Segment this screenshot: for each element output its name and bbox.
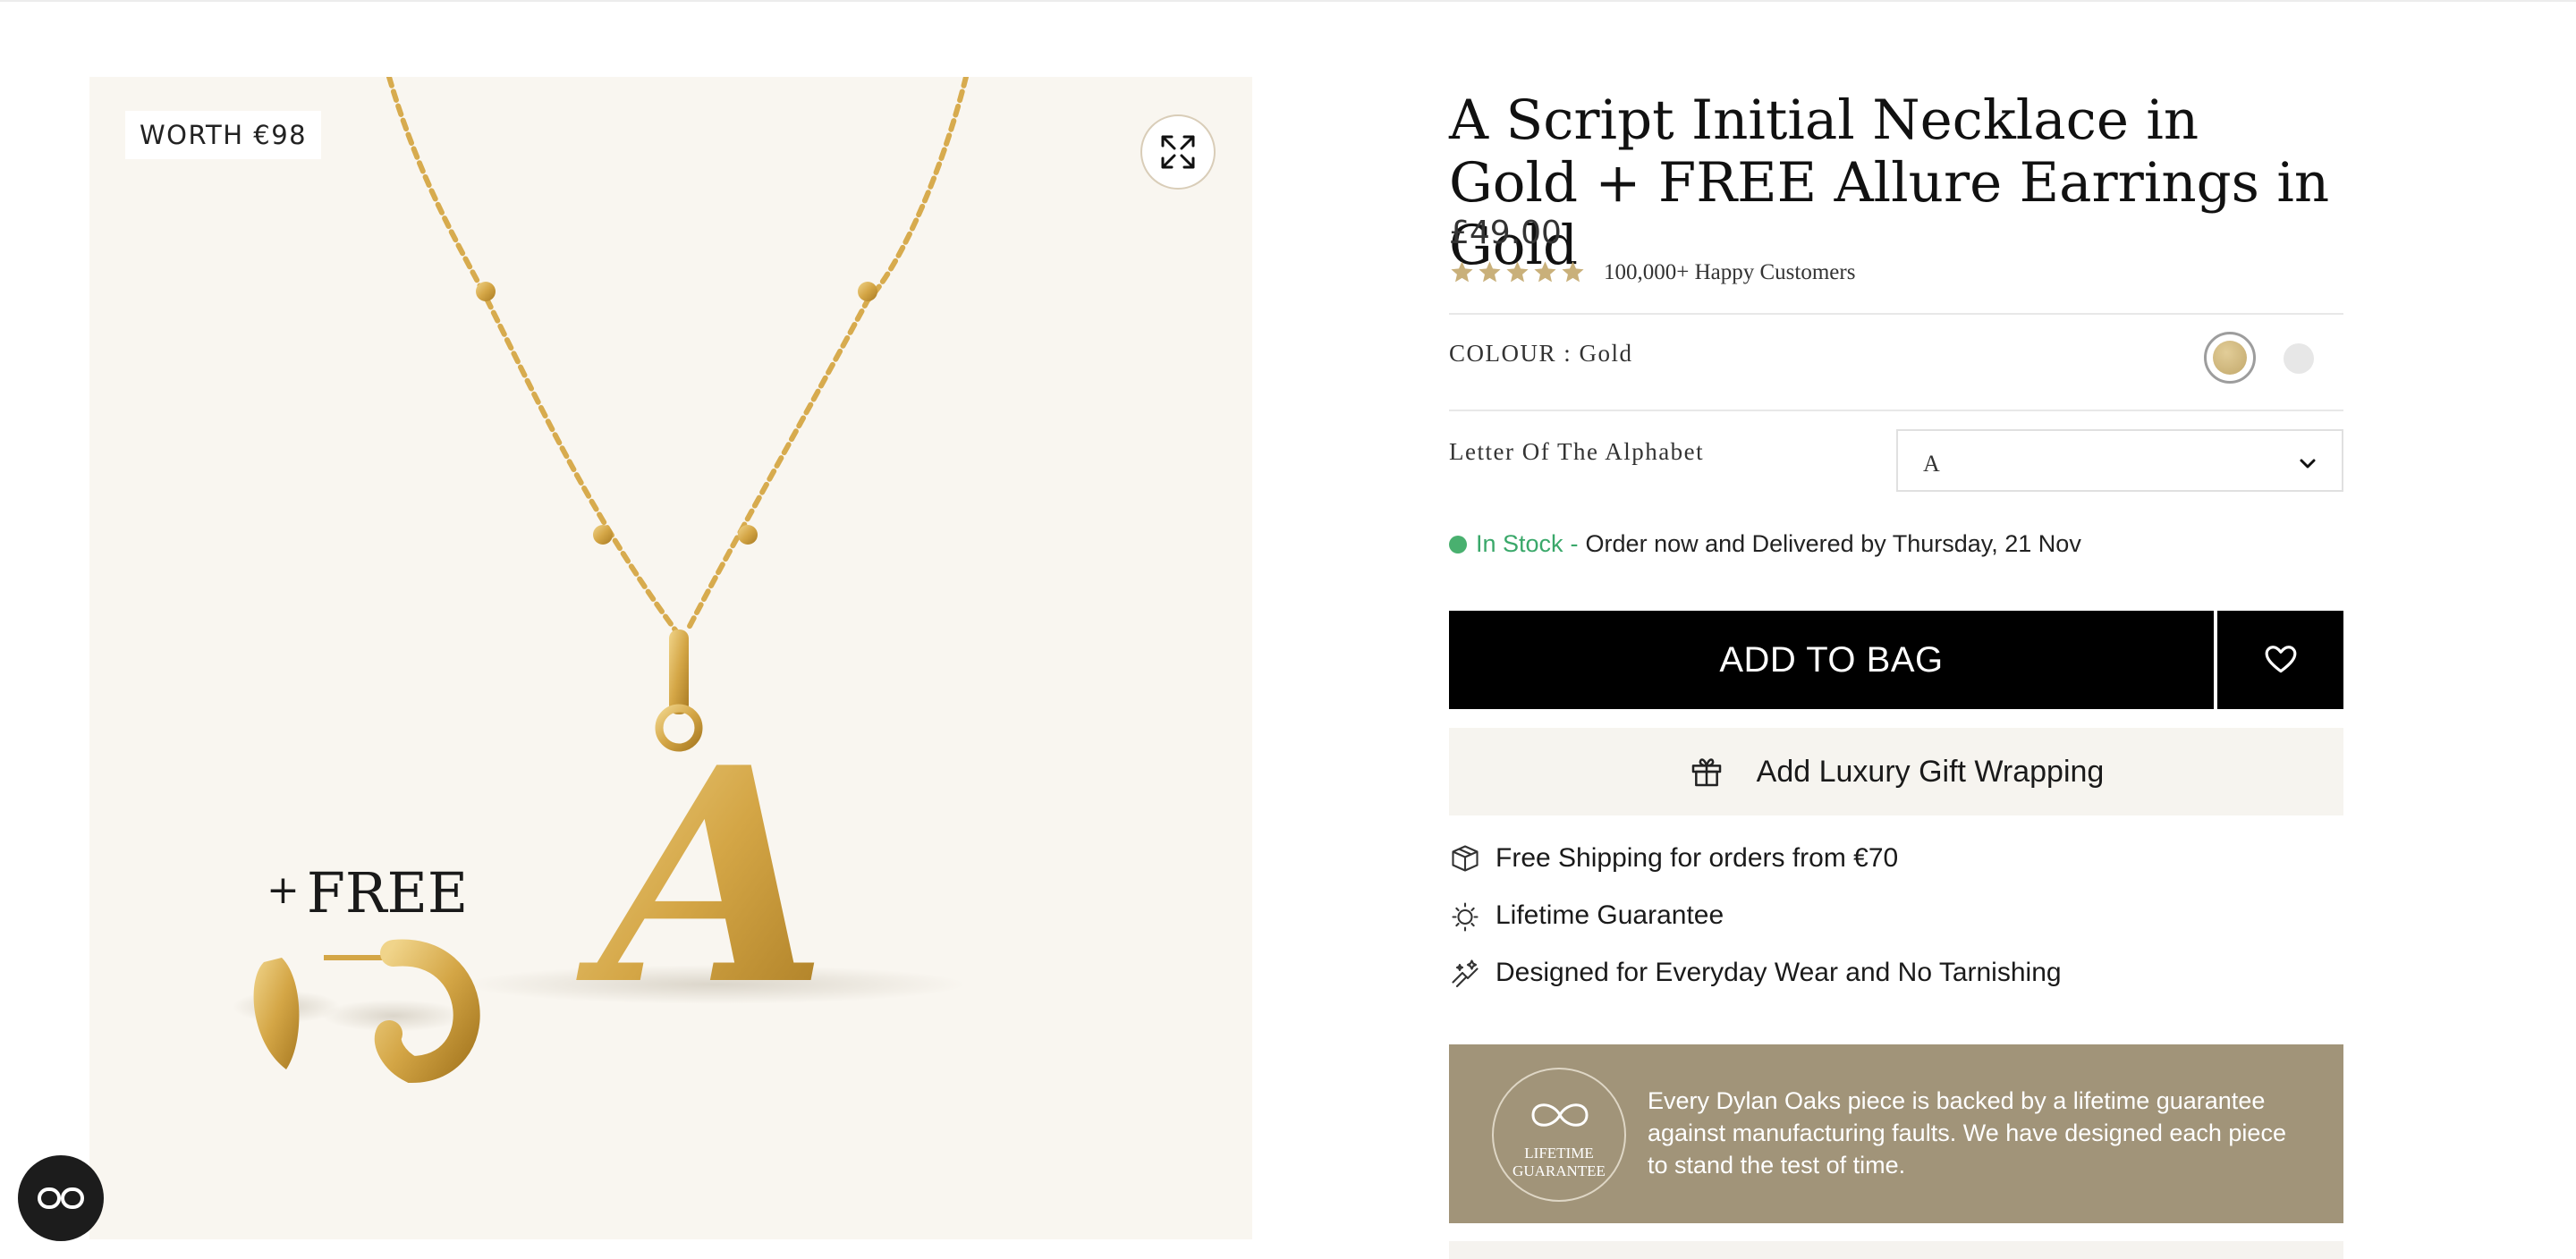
star-icon bbox=[1534, 261, 1556, 283]
divider bbox=[1449, 410, 2343, 411]
accessibility-widget-button[interactable] bbox=[18, 1155, 104, 1241]
benefit-no-tarnish: Designed for Everyday Wear and No Tarnis… bbox=[1449, 957, 2062, 989]
star-icon bbox=[1479, 261, 1501, 283]
stock-status-text: In Stock bbox=[1476, 530, 1563, 557]
header-divider bbox=[0, 0, 2576, 2]
chain-bead bbox=[858, 282, 877, 301]
expand-icon bbox=[1161, 135, 1195, 169]
expand-image-button[interactable] bbox=[1140, 114, 1216, 190]
benefit-text: Lifetime Guarantee bbox=[1496, 900, 1724, 930]
sparkle-jewel-icon bbox=[1452, 959, 1479, 988]
stock-separator: - bbox=[1570, 530, 1579, 557]
free-gift-caption: + FREE bbox=[267, 860, 468, 925]
free-label: FREE bbox=[306, 860, 469, 925]
letter-label: Letter Of The Alphabet bbox=[1449, 438, 1705, 465]
colour-swatch-silver[interactable] bbox=[2284, 343, 2314, 374]
add-to-bag-button[interactable]: ADD TO BAG bbox=[1449, 611, 2214, 709]
box-icon bbox=[1452, 845, 1479, 872]
stock-status: In Stock - Order now and Delivered by Th… bbox=[1449, 530, 2081, 558]
next-section-strip bbox=[1449, 1241, 2343, 1259]
product-price: £49.00 bbox=[1449, 215, 1562, 251]
delivery-estimate: Order now and Delivered by Thursday, 21 … bbox=[1585, 530, 2081, 557]
colour-swatch-gold[interactable] bbox=[2204, 332, 2256, 384]
benefit-text: Designed for Everyday Wear and No Tarnis… bbox=[1496, 958, 2062, 987]
divider bbox=[1449, 313, 2343, 315]
gift-wrap-button[interactable]: Add Luxury Gift Wrapping bbox=[1449, 728, 2343, 815]
lifetime-guarantee-panel: LIFETIME GUARANTEE Every Dylan Oaks piec… bbox=[1449, 1044, 2343, 1223]
star-icon bbox=[1451, 261, 1473, 283]
in-stock-dot-icon bbox=[1449, 535, 1467, 553]
wishlist-button[interactable] bbox=[2217, 611, 2343, 709]
star-icon bbox=[1562, 261, 1584, 283]
worth-badge: WORTH €98 bbox=[125, 111, 322, 159]
badge-line-1: LIFETIME bbox=[1524, 1145, 1594, 1162]
star-rating bbox=[1449, 259, 1586, 285]
chain-bead bbox=[593, 525, 613, 545]
guarantee-text: Every Dylan Oaks piece is backed by a li… bbox=[1648, 1087, 2286, 1179]
product-image[interactable]: A WORTH €98 + FREE bbox=[89, 77, 1252, 1239]
badge-text: LIFETIME GUARANTEE bbox=[1494, 1145, 1624, 1180]
free-plus-sign: + bbox=[267, 867, 300, 913]
colour-label: COLOUR : Gold bbox=[1449, 340, 1633, 367]
gold-swatch-fill bbox=[2213, 341, 2247, 375]
pendant-letter: A bbox=[576, 703, 828, 1050]
benefit-free-shipping: Free Shipping for orders from €70 bbox=[1449, 842, 1898, 875]
chevron-down-icon bbox=[2300, 459, 2316, 469]
rating-row[interactable]: 100,000+ Happy Customers bbox=[1449, 259, 1855, 285]
chain-bead bbox=[738, 525, 758, 545]
gift-wrap-label: Add Luxury Gift Wrapping bbox=[1756, 754, 2105, 789]
star-icon bbox=[1506, 261, 1529, 283]
necklace-illustration: A bbox=[233, 77, 969, 1084]
gift-icon bbox=[1691, 758, 1721, 787]
shield-sun-icon bbox=[1452, 902, 1479, 932]
chain-bead bbox=[476, 282, 496, 301]
rating-text: 100,000+ Happy Customers bbox=[1604, 259, 1856, 284]
benefit-text: Free Shipping for orders from €70 bbox=[1496, 843, 1899, 873]
badge-line-2: GUARANTEE bbox=[1513, 1162, 1606, 1179]
infinity-icon bbox=[1531, 1103, 1589, 1127]
product-title: A Script Initial Necklace in Gold + FREE… bbox=[1449, 89, 2330, 277]
benefit-lifetime-guarantee: Lifetime Guarantee bbox=[1449, 900, 1724, 932]
heart-icon bbox=[2265, 646, 2296, 673]
glasses-icon bbox=[38, 1187, 84, 1209]
lifetime-guarantee-badge: LIFETIME GUARANTEE bbox=[1492, 1068, 1626, 1202]
letter-select[interactable]: A bbox=[1896, 429, 2343, 492]
letter-select-value: A bbox=[1923, 451, 1940, 477]
